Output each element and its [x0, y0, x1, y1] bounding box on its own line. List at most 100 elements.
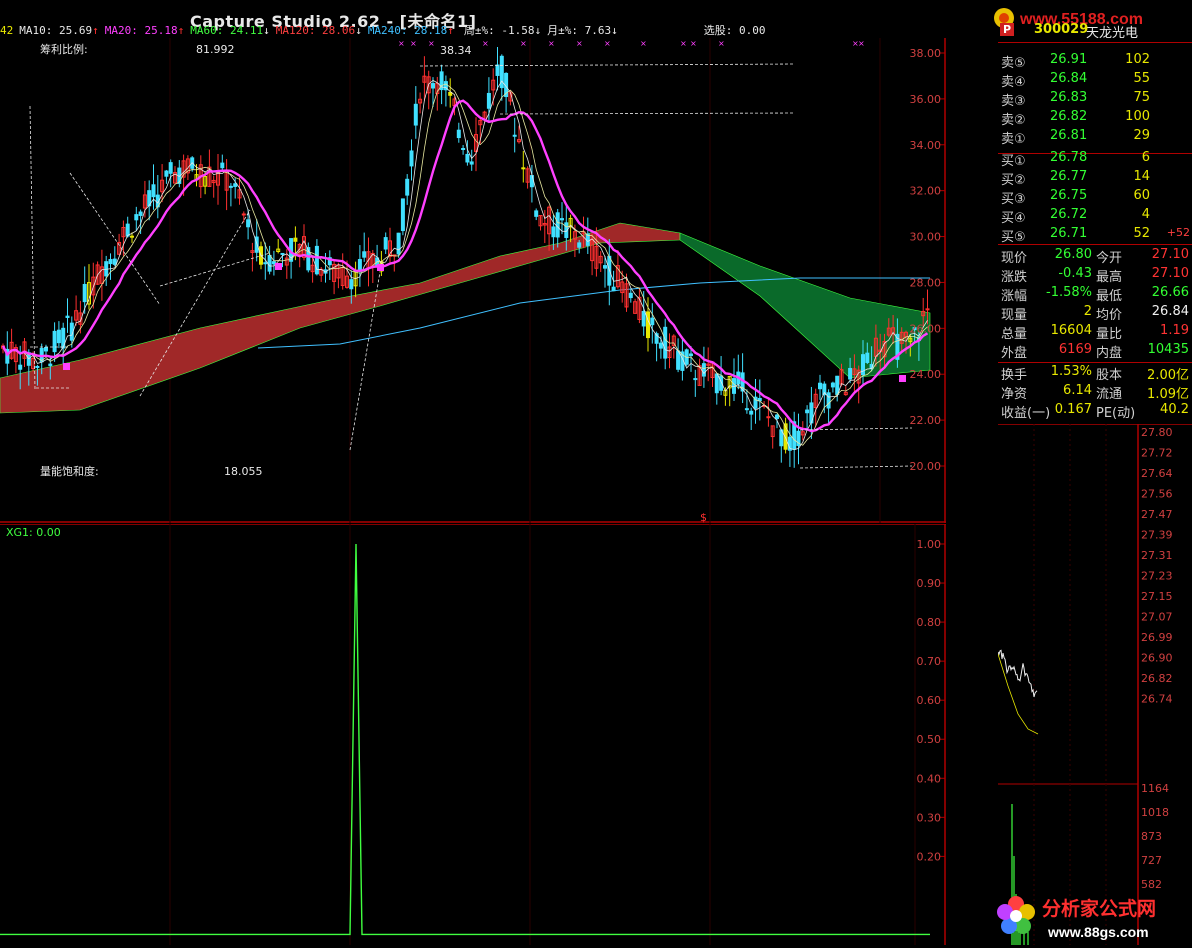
arrow-down-icon: ↓ [263, 24, 270, 37]
mini-volume-tick: 1018 [1141, 806, 1169, 819]
sub-y-tick: 0.80 [917, 616, 942, 629]
fin-value-2: 2.00亿 [1147, 368, 1189, 383]
bid-label: 买② [1001, 173, 1026, 188]
badge-icon: P [1000, 23, 1015, 36]
watermark-logo-bottom: 分析家公式网 www.88gs.com [990, 888, 1192, 945]
fin-label-2: 股本 [1096, 368, 1123, 383]
ask-row-2[interactable]: 卖② 26.82 100 [998, 109, 1192, 128]
bid-row-4[interactable]: 买④ 26.72 4 [998, 207, 1192, 226]
bid-volume: 14 [1133, 169, 1150, 184]
bid-label: 买⑤ [1001, 230, 1026, 245]
stat-label-2: 最高 [1096, 270, 1123, 285]
bid-volume: 52 [1133, 226, 1150, 241]
ask-label: 卖③ [1001, 94, 1026, 109]
mini-volume-tick: 873 [1141, 830, 1162, 843]
fin-label-2: PE(动) [1096, 406, 1136, 421]
svg-text:×: × [718, 39, 725, 48]
finance-row: 净资 6.14 流通 1.09亿 [998, 383, 1192, 402]
ask-volume: 102 [1125, 52, 1150, 67]
arrow-up-icon: ↑ [447, 24, 454, 37]
svg-text:×: × [690, 39, 697, 48]
bid-label: 买④ [1001, 211, 1026, 226]
svg-text:×: × [858, 39, 865, 48]
bid-row-1[interactable]: 买① 26.78 6 [998, 150, 1192, 169]
bid-row-3[interactable]: 买③ 26.75 60 [998, 188, 1192, 207]
stat-label: 总量 [1001, 327, 1028, 342]
fin-value: 0.167 [1054, 402, 1092, 417]
mini-price-tick: 27.80 [1141, 426, 1173, 439]
mini-price-tick: 27.15 [1141, 590, 1173, 603]
fin-value: 6.14 [1063, 383, 1092, 398]
arrow-down-icon: ↓ [611, 24, 618, 37]
stat-value: 2 [1083, 304, 1092, 319]
mini-price-tick: 27.31 [1141, 549, 1173, 562]
ask-volume: 29 [1133, 128, 1150, 143]
watermark-bottom-url: www.88gs.com [1047, 924, 1149, 940]
xg1-signal-line [0, 543, 930, 936]
stat-label: 涨跌 [1001, 270, 1028, 285]
mini-price-tick: 27.64 [1141, 467, 1173, 480]
bid-row-2[interactable]: 买② 26.77 14 [998, 169, 1192, 188]
xg1-indicator-chart[interactable]: XG1: 0.00 1.00 0.90 0.80 0.70 0.60 0.50 0.40 0.… [0, 524, 946, 945]
ask-row-4[interactable]: 卖④ 26.84 55 [998, 71, 1192, 90]
indicator-value: 选股: 0.00 [703, 24, 766, 37]
stat-label-2: 内盘 [1096, 346, 1123, 361]
y-tick: 22.00 [910, 414, 942, 427]
bid-row-5[interactable]: 买⑤ 26.71 52 +52 [998, 226, 1192, 245]
bid-volume: 60 [1133, 188, 1150, 203]
ask-label: 卖① [1001, 132, 1026, 147]
candlestick-chart[interactable]: × × × × × × × × × × × × × × 筹利比例: 81.992 量能饱和度: 18.05… [0, 38, 946, 523]
mini-price-tick: 26.74 [1141, 693, 1173, 706]
stat-row: 涨幅 -1.58% 最低 26.66 [998, 285, 1192, 304]
stat-value-2: 1.19 [1160, 323, 1189, 338]
ask-volume: 55 [1133, 71, 1150, 86]
sub-chart-grid [0, 524, 946, 945]
svg-text:×: × [482, 39, 489, 48]
bid-volume: 6 [1141, 150, 1150, 165]
y-tick: 26.00 [910, 322, 942, 335]
indicator-value: MA240: 28.18 [367, 24, 448, 37]
volume-saturation-label: 量能饱和度: [40, 464, 99, 478]
stat-label: 现量 [1001, 308, 1028, 323]
ask-row-5[interactable]: 卖⑤ 26.91 102 [998, 52, 1192, 71]
peak-price-label: 38.34 [440, 44, 472, 57]
y-tick: 20.00 [910, 460, 942, 473]
arrow-up-icon: ↑ [177, 24, 185, 37]
volume-saturation-value: 18.055 [224, 465, 263, 478]
svg-text:×: × [604, 39, 611, 48]
bid-change: +52 [1166, 226, 1190, 239]
bid-label: 买① [1001, 154, 1026, 169]
ask-label: 卖② [1001, 113, 1026, 128]
arrow-down-icon: ↓ [355, 24, 362, 37]
y-tick: 38.00 [910, 47, 942, 60]
mini-volume-tick: 727 [1141, 854, 1162, 867]
svg-text:×: × [680, 39, 687, 48]
intraday-mini-chart[interactable]: 27.80 27.72 27.64 27.56 27.47 27.39 27.31 27.23… [998, 424, 1192, 945]
ask-row-1[interactable]: 卖① 26.81 29 [998, 128, 1192, 147]
quote-panel: P 300029 天龙光电 卖⑤ 26.91 102 卖④ 26.84 55 卖③ 26.83… [998, 22, 1192, 422]
ask-volume: 100 [1125, 109, 1150, 124]
ask-row-3[interactable]: 卖③ 26.83 75 [998, 90, 1192, 109]
ask-label: 卖④ [1001, 75, 1026, 90]
mini-price-tick: 26.90 [1141, 652, 1173, 665]
indicator-4: MA120: 28.06↓ [276, 24, 362, 37]
indicator-0: 42 [0, 24, 13, 37]
mini-price-tick: 27.72 [1141, 447, 1173, 460]
stat-value: 26.80 [1054, 247, 1092, 262]
bid-volume: 4 [1141, 207, 1150, 222]
indicator-value: 周±%: -1.58 [463, 24, 535, 37]
sub-y-axis: 1.00 0.90 0.80 0.70 0.60 0.50 0.40 0.30 0.20 [917, 538, 945, 863]
fin-value-2: 40.2 [1160, 402, 1189, 417]
indicator-8: 选股: 0.00 [704, 24, 766, 37]
indicator-2: MA20: 25.18↑ [105, 24, 184, 37]
indicator-value: 42 [0, 24, 14, 37]
symbol-header[interactable]: P 300029 天龙光电 [998, 22, 1192, 41]
mini-price-tick: 26.99 [1141, 631, 1173, 644]
sub-y-tick: 0.30 [917, 811, 942, 824]
stat-value: -1.58% [1046, 285, 1092, 300]
indicator-7: 月±%: 7.63↓ [547, 24, 618, 37]
stat-value: -0.43 [1058, 266, 1092, 281]
stat-row: 涨跌 -0.43 最高 27.10 [998, 266, 1192, 285]
xg1-label: XG1: 0.00 [6, 526, 61, 539]
svg-text:×: × [410, 39, 417, 48]
